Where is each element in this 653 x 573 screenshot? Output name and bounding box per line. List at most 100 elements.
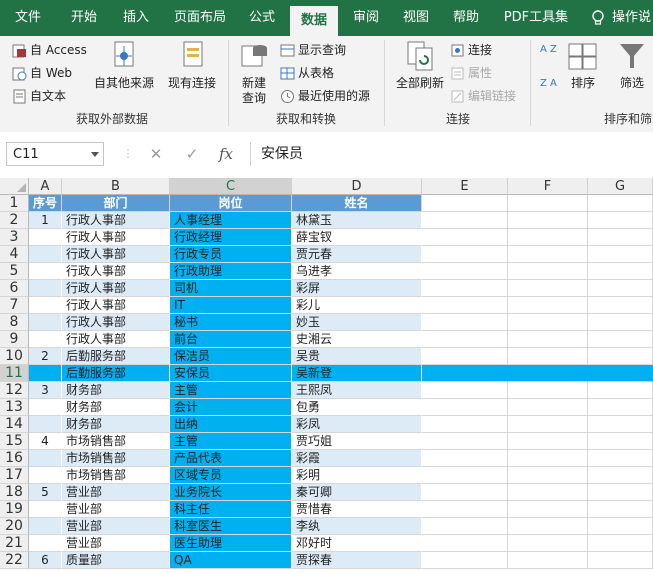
table-cell[interactable]: IT: [170, 297, 292, 314]
row-header[interactable]: 16: [0, 450, 29, 467]
table-cell[interactable]: [422, 467, 508, 484]
column-header-e[interactable]: E: [422, 178, 508, 195]
table-cell[interactable]: 财务部: [62, 416, 170, 433]
table-cell[interactable]: 后勤服务部: [62, 348, 170, 365]
table-cell[interactable]: [508, 263, 588, 280]
row-header[interactable]: 13: [0, 399, 29, 416]
table-cell[interactable]: 秘书: [170, 314, 292, 331]
table-cell[interactable]: [422, 314, 508, 331]
table-cell[interactable]: [422, 365, 508, 382]
row-header[interactable]: 20: [0, 518, 29, 535]
table-cell[interactable]: 吴贵: [292, 348, 422, 365]
table-cell[interactable]: 贾探春: [292, 552, 422, 569]
table-cell[interactable]: [422, 297, 508, 314]
table-cell[interactable]: 会计: [170, 399, 292, 416]
row-header[interactable]: 14: [0, 416, 29, 433]
table-cell[interactable]: 1: [29, 212, 62, 229]
column-header-f[interactable]: F: [508, 178, 588, 195]
table-cell[interactable]: [508, 365, 588, 382]
table-cell[interactable]: 王熙凤: [292, 382, 422, 399]
table-cell[interactable]: [508, 535, 588, 552]
table-cell[interactable]: [422, 416, 508, 433]
row-header[interactable]: 1: [0, 195, 29, 212]
table-cell[interactable]: [422, 348, 508, 365]
table-cell[interactable]: 区域专员: [170, 467, 292, 484]
row-header[interactable]: 10: [0, 348, 29, 365]
table-cell[interactable]: 行政经理: [170, 229, 292, 246]
table-cell[interactable]: 行政助理: [170, 263, 292, 280]
cancel-icon[interactable]: ✕: [146, 144, 166, 164]
table-header-cell[interactable]: 部门: [62, 195, 170, 212]
row-header[interactable]: 15: [0, 433, 29, 450]
table-cell[interactable]: 财务部: [62, 382, 170, 399]
table-cell[interactable]: 行政人事部: [62, 229, 170, 246]
table-cell[interactable]: [422, 433, 508, 450]
table-cell[interactable]: 科主任: [170, 501, 292, 518]
table-cell[interactable]: [29, 535, 62, 552]
from-text-button[interactable]: 自文本: [12, 86, 66, 106]
table-cell[interactable]: 保洁员: [170, 348, 292, 365]
table-cell[interactable]: [508, 246, 588, 263]
table-cell[interactable]: [508, 382, 588, 399]
table-cell[interactable]: [422, 484, 508, 501]
table-cell[interactable]: 营业部: [62, 501, 170, 518]
from-table-button[interactable]: 从表格: [280, 63, 334, 83]
select-all-corner[interactable]: [0, 178, 29, 195]
table-cell[interactable]: [29, 365, 62, 382]
show-queries-button[interactable]: 显示查询: [280, 40, 346, 60]
column-header-a[interactable]: A: [29, 178, 62, 195]
table-cell[interactable]: [588, 348, 653, 365]
row-header[interactable]: 5: [0, 263, 29, 280]
table-cell[interactable]: [29, 416, 62, 433]
table-header-cell[interactable]: [422, 195, 508, 212]
more-options-icon[interactable]: ⋮: [118, 144, 138, 164]
table-cell[interactable]: [422, 450, 508, 467]
tab-pdf-tools[interactable]: PDF工具集: [496, 0, 576, 36]
column-header-b[interactable]: B: [62, 178, 170, 195]
table-cell[interactable]: [508, 348, 588, 365]
table-cell[interactable]: 市场销售部: [62, 467, 170, 484]
table-cell[interactable]: 市场销售部: [62, 433, 170, 450]
row-header[interactable]: 22: [0, 552, 29, 569]
table-cell[interactable]: 林黛玉: [292, 212, 422, 229]
table-cell[interactable]: 营业部: [62, 484, 170, 501]
worksheet-grid[interactable]: A B C D E F G 1 序号 部门 岗位 姓名 2 1 行政人事部 人事经理 林黛玉 3 行政人事部 行政经理…: [0, 178, 653, 573]
table-cell[interactable]: 妙玉: [292, 314, 422, 331]
table-cell[interactable]: [508, 484, 588, 501]
from-access-button[interactable]: 自 Access: [12, 40, 87, 60]
table-cell[interactable]: [422, 263, 508, 280]
existing-connections-button[interactable]: 现有连接: [164, 40, 220, 91]
table-cell[interactable]: 彩屏: [292, 280, 422, 297]
tab-file[interactable]: 文件: [6, 0, 50, 36]
tab-page-layout[interactable]: 页面布局: [168, 0, 232, 36]
table-cell[interactable]: [588, 382, 653, 399]
table-cell[interactable]: [508, 433, 588, 450]
row-header[interactable]: 11: [0, 365, 29, 382]
table-cell[interactable]: [588, 365, 653, 382]
row-header[interactable]: 17: [0, 467, 29, 484]
refresh-all-button[interactable]: 全部刷新: [392, 40, 448, 91]
table-cell[interactable]: 4: [29, 433, 62, 450]
tab-review[interactable]: 审阅: [344, 0, 388, 36]
table-cell[interactable]: [422, 212, 508, 229]
row-header[interactable]: 21: [0, 535, 29, 552]
table-cell[interactable]: 市场销售部: [62, 450, 170, 467]
table-cell[interactable]: [588, 535, 653, 552]
table-cell[interactable]: [588, 280, 653, 297]
column-header-c[interactable]: C: [170, 178, 292, 195]
row-header[interactable]: 12: [0, 382, 29, 399]
table-cell[interactable]: [29, 518, 62, 535]
table-cell[interactable]: [422, 399, 508, 416]
row-header[interactable]: 2: [0, 212, 29, 229]
table-cell[interactable]: [588, 518, 653, 535]
chevron-down-icon[interactable]: [91, 152, 99, 157]
sort-button[interactable]: 排序: [566, 40, 600, 91]
table-cell[interactable]: [422, 280, 508, 297]
table-cell[interactable]: [29, 501, 62, 518]
table-cell[interactable]: 财务部: [62, 399, 170, 416]
table-cell[interactable]: 彩儿: [292, 297, 422, 314]
table-cell[interactable]: 医生助理: [170, 535, 292, 552]
tab-insert[interactable]: 插入: [114, 0, 158, 36]
table-cell[interactable]: [422, 501, 508, 518]
table-cell[interactable]: [508, 331, 588, 348]
